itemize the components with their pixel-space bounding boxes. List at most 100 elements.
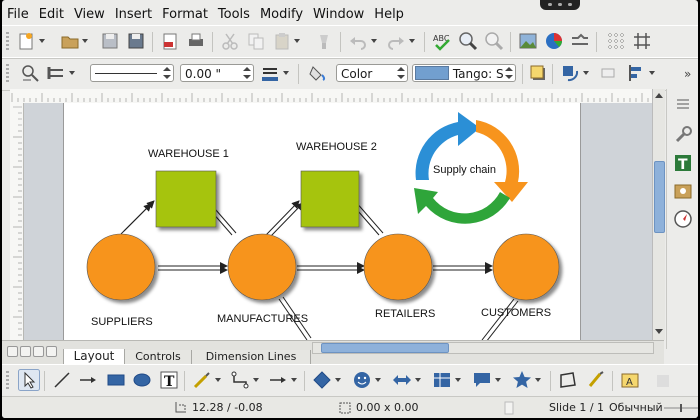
next-tab-icon[interactable] <box>33 346 44 357</box>
vertical-scroll-thumb[interactable] <box>654 161 665 233</box>
connector-dropdown-icon[interactable] <box>253 378 259 382</box>
save-icon[interactable] <box>100 31 120 51</box>
line-style-select[interactable] <box>90 64 174 82</box>
export-pdf-icon[interactable] <box>160 31 180 51</box>
callouts-dropdown-icon[interactable] <box>495 378 501 382</box>
zoom-slider[interactable] <box>664 403 698 413</box>
ellipse-tool-icon[interactable] <box>132 370 152 390</box>
suppliers-node[interactable] <box>86 233 156 301</box>
autospell-icon[interactable] <box>484 31 504 51</box>
cut-icon[interactable] <box>220 31 240 51</box>
stars-icon[interactable] <box>512 370 532 390</box>
vertical-ruler[interactable] <box>10 103 24 340</box>
flowchart-dropdown-icon[interactable] <box>455 378 461 382</box>
horizontal-ruler[interactable] <box>10 89 654 104</box>
styles-icon[interactable]: T <box>673 153 693 173</box>
lines-arrows-icon[interactable] <box>268 370 288 390</box>
helplines-icon[interactable] <box>632 31 652 51</box>
spellcheck-icon[interactable]: ABC <box>432 31 452 51</box>
vertical-scrollbar[interactable] <box>652 89 665 340</box>
curve-tool-icon[interactable] <box>192 370 212 390</box>
rotate-icon[interactable] <box>560 63 580 83</box>
undo-icon[interactable] <box>348 31 368 51</box>
tab-layout[interactable]: Layout <box>63 349 125 365</box>
chart-icon[interactable] <box>544 31 564 51</box>
zoom-icon[interactable] <box>458 31 478 51</box>
display-icon[interactable] <box>598 63 618 83</box>
extrusion-icon[interactable] <box>654 370 674 390</box>
basic-shapes-dropdown-icon[interactable] <box>335 378 341 382</box>
menu-edit[interactable]: Edit <box>34 7 69 22</box>
connector-tool-icon[interactable] <box>230 370 250 390</box>
symbol-shapes-icon[interactable] <box>352 370 372 390</box>
warehouse1-box[interactable] <box>155 170 217 228</box>
menu-view[interactable]: View <box>69 7 110 22</box>
rectangle-tool-icon[interactable] <box>106 370 126 390</box>
flowchart-icon[interactable] <box>432 370 452 390</box>
arrow-style-icon[interactable] <box>46 63 66 83</box>
customers-node[interactable] <box>492 233 560 301</box>
scroll-down-icon[interactable] <box>655 329 663 334</box>
arrow-style-dropdown-icon[interactable] <box>69 71 75 75</box>
image-icon[interactable] <box>518 31 538 51</box>
toolbar-grip[interactable] <box>6 371 9 391</box>
stars-dropdown-icon[interactable] <box>535 378 541 382</box>
align-icon[interactable] <box>626 63 646 83</box>
save-as-icon[interactable] <box>126 31 146 51</box>
symbol-shapes-dropdown-icon[interactable] <box>375 378 381 382</box>
text-tool-icon[interactable]: T <box>159 370 179 390</box>
basic-shapes-icon[interactable] <box>312 370 332 390</box>
text-frame-icon[interactable]: A <box>620 370 640 390</box>
scroll-up-icon[interactable] <box>655 93 663 98</box>
paste-dropdown-icon[interactable] <box>294 39 300 43</box>
grid-icon[interactable] <box>606 31 626 51</box>
menu-modify[interactable]: Modify <box>255 7 308 22</box>
pointer-icon[interactable] <box>18 369 40 391</box>
print-icon[interactable] <box>186 31 206 51</box>
horizontal-scroll-thumb[interactable] <box>321 343 449 353</box>
area-color-select[interactable]: Tango: S <box>412 64 516 82</box>
toolbar-grip[interactable] <box>6 32 9 52</box>
callouts-icon[interactable] <box>472 370 492 390</box>
align-dropdown-icon[interactable] <box>649 71 655 75</box>
horizontal-scrollbar[interactable] <box>312 342 654 354</box>
block-arrows-icon[interactable] <box>392 370 412 390</box>
properties-icon[interactable] <box>673 125 693 145</box>
gallery-icon[interactable] <box>673 181 693 201</box>
open-dropdown-icon[interactable] <box>82 39 88 43</box>
menu-window[interactable]: Window <box>308 7 369 22</box>
retailers-node[interactable] <box>363 233 433 301</box>
slide-canvas[interactable]: WAREHOUSE 1 WAREHOUSE 2 SUPPLIERS MANUFA… <box>24 103 652 340</box>
block-arrows-dropdown-icon[interactable] <box>415 378 421 382</box>
select-tool-icon[interactable] <box>20 63 40 83</box>
shadow-icon[interactable] <box>528 63 548 83</box>
menu-insert[interactable]: Insert <box>110 7 157 22</box>
line-tool-icon[interactable] <box>52 370 72 390</box>
toolbar-grip[interactable] <box>6 64 9 84</box>
manufactures-node[interactable] <box>227 233 297 301</box>
line-arrow-tool-icon[interactable] <box>78 370 98 390</box>
prev-tab-icon[interactable] <box>20 346 31 357</box>
fontwork-icon[interactable] <box>586 370 606 390</box>
navigator-sidebar-icon[interactable] <box>673 209 693 229</box>
line-width-input[interactable]: 0.00 " <box>180 64 254 82</box>
warehouse2-box[interactable] <box>300 170 360 228</box>
clone-format-icon[interactable] <box>314 31 334 51</box>
navigator-icon[interactable] <box>570 31 590 51</box>
toolbar-overflow-icon[interactable]: » <box>684 67 691 81</box>
document-modified-icon[interactable] <box>502 401 516 415</box>
first-tab-icon[interactable] <box>7 346 18 357</box>
menu-help[interactable]: Help <box>369 7 409 22</box>
area-fill-icon[interactable] <box>308 63 328 83</box>
open-icon[interactable] <box>60 31 80 51</box>
lines-arrows-dropdown-icon[interactable] <box>291 378 297 382</box>
line-color-dropdown-icon[interactable] <box>283 71 289 75</box>
sidebar-menu-icon[interactable] <box>673 94 693 114</box>
tab-controls[interactable]: Controls <box>124 350 192 365</box>
curve-dropdown-icon[interactable] <box>215 378 221 382</box>
redo-dropdown-icon[interactable] <box>409 39 415 43</box>
line-color-icon[interactable] <box>260 63 280 83</box>
paste-icon[interactable] <box>272 31 292 51</box>
points-icon[interactable] <box>558 370 578 390</box>
menu-format[interactable]: Format <box>157 7 213 22</box>
